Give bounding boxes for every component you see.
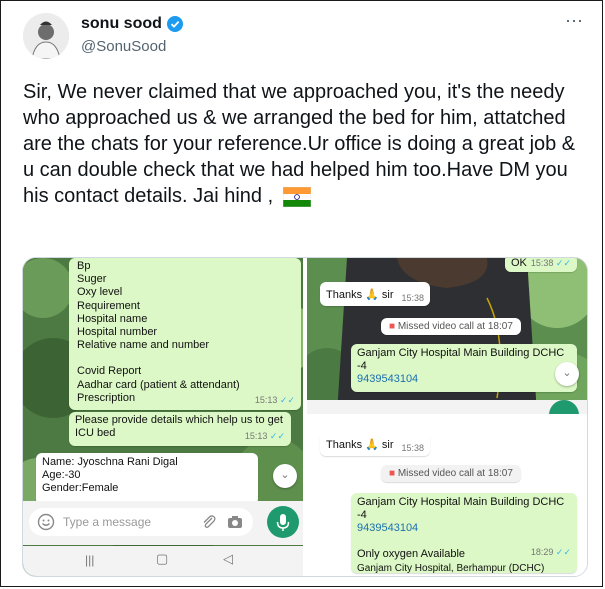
- hospital-text: Ganjam City Hospital Main Building DCHC …: [357, 347, 565, 372]
- patient-name: Name: Jyoschna Rani Digal: [42, 456, 178, 468]
- req-line-relative: Relative name and number: [77, 339, 210, 352]
- mic-button[interactable]: [267, 506, 299, 538]
- hospital-bubble: Ganjam City Hospital Main Building DCHC …: [351, 344, 577, 392]
- hospital-text: Ganjam City Hospital Main Building DCHC …: [357, 496, 565, 521]
- patient-gender: Gender:Female: [42, 482, 119, 494]
- patient-details-bubble: Name: Jyoschna Rani Digal Age:-30 Gender…: [36, 453, 258, 505]
- missed-call-text: Missed video call at 18:07: [397, 321, 513, 332]
- home-icon[interactable]: ▢: [156, 551, 168, 567]
- tweet-media[interactable]: Bp Suger Oxy level Requirement Hospital …: [22, 257, 588, 577]
- scroll-down-icon[interactable]: ⌄: [555, 362, 579, 386]
- request-bubble: Please provide details which help us to …: [69, 412, 291, 446]
- emoji-icon[interactable]: [37, 513, 55, 531]
- microphone-icon: [276, 514, 290, 531]
- patient-age: Age:-30: [42, 469, 81, 481]
- android-nav-bar: ||| ▢ ◁: [23, 546, 303, 576]
- req-line-hospital-number: Hospital number: [77, 326, 158, 339]
- req-line-hospital-name: Hospital name: [77, 312, 148, 325]
- message-time: 15:13 ✓✓: [244, 431, 285, 441]
- ok-text: OK: [511, 258, 527, 269]
- message-time: 15:38 ✓✓: [530, 258, 571, 268]
- req-line-requirement: Requirement: [77, 299, 140, 312]
- missed-video-call-icon: ■: [389, 321, 396, 332]
- req-line-bp: Bp: [77, 260, 91, 272]
- mic-button[interactable]: [549, 400, 579, 414]
- hospital-phone-link[interactable]: 9439543104: [357, 522, 571, 535]
- message-input-bar: Type a message: [23, 501, 303, 545]
- message-time: 15:38: [401, 443, 424, 453]
- thanks-text: Thanks 🙏 sir: [326, 289, 394, 301]
- author-name[interactable]: sonu sood: [81, 15, 162, 33]
- partial-hospital-text: Ganjam City Hospital, Berhampur (DCHC): [357, 563, 545, 574]
- thanks-text: Thanks 🙏 sir: [326, 439, 394, 451]
- thanks-bubble: Thanks 🙏 sir 15:38: [320, 282, 430, 306]
- message-placeholder: Type a message: [63, 515, 152, 529]
- requirements-bubble: Bp Suger Oxy level Requirement Hospital …: [69, 258, 301, 410]
- missed-call-note: ■ Missed video call at 18:07: [381, 465, 521, 482]
- req-line-aadhar: Aadhar card (patient & attendant): [77, 378, 240, 391]
- tweet-card: sonu sood @SonuSood ⋯ Sir, We never clai…: [0, 0, 603, 587]
- req-line-blank: [77, 352, 293, 365]
- more-options-icon[interactable]: ⋯: [565, 11, 584, 32]
- chat-screenshot-right-bottom[interactable]: Thanks 🙏 sir 15:38 ■ Missed video call a…: [307, 416, 587, 576]
- author-handle[interactable]: @SonuSood: [81, 38, 166, 55]
- missed-call-text: Missed video call at 18:07: [397, 468, 513, 479]
- thanks-bubble: Thanks 🙏 sir 15:38: [320, 432, 430, 456]
- india-flag-icon: [282, 186, 311, 207]
- chat-screenshot-right-top[interactable]: OK 15:38 ✓✓ Thanks 🙏 sir 15:38 ■ Missed …: [307, 258, 587, 414]
- hospital-phone-link[interactable]: 9439543104: [357, 373, 571, 386]
- avatar[interactable]: [23, 13, 69, 59]
- camera-icon[interactable]: [227, 515, 243, 529]
- message-time: 15:13 ✓✓: [254, 394, 295, 405]
- chat-screenshot-left[interactable]: Bp Suger Oxy level Requirement Hospital …: [23, 258, 303, 576]
- recent-apps-icon[interactable]: |||: [85, 553, 94, 567]
- back-icon[interactable]: ◁: [223, 551, 233, 567]
- message-time: 18:29 ✓✓: [530, 547, 571, 557]
- message-time: 15:38: [401, 293, 424, 303]
- req-line-suger: Suger: [77, 273, 107, 286]
- missed-call-note: ■ Missed video call at 18:07: [381, 318, 521, 335]
- ok-bubble: OK 15:38 ✓✓: [505, 258, 577, 272]
- req-line-covid: Covid Report: [77, 365, 142, 378]
- verified-badge-icon: [166, 16, 183, 32]
- attach-icon[interactable]: [201, 514, 217, 530]
- missed-video-call-icon: ■: [389, 468, 396, 479]
- author-name-row[interactable]: sonu sood: [81, 15, 183, 33]
- message-input[interactable]: Type a message: [29, 508, 253, 536]
- chat-screenshots-right[interactable]: OK 15:38 ✓✓ Thanks 🙏 sir 15:38 ■ Missed …: [307, 258, 587, 576]
- scroll-down-icon[interactable]: ⌄: [273, 464, 297, 488]
- tweet-text-block: Sir, We never claimed that we approached…: [23, 79, 591, 209]
- req-line-oxy: Oxy level: [77, 286, 123, 299]
- message-input-bar: [307, 400, 587, 414]
- hospital-oxygen-bubble: Ganjam City Hospital Main Building DCHC …: [351, 493, 577, 574]
